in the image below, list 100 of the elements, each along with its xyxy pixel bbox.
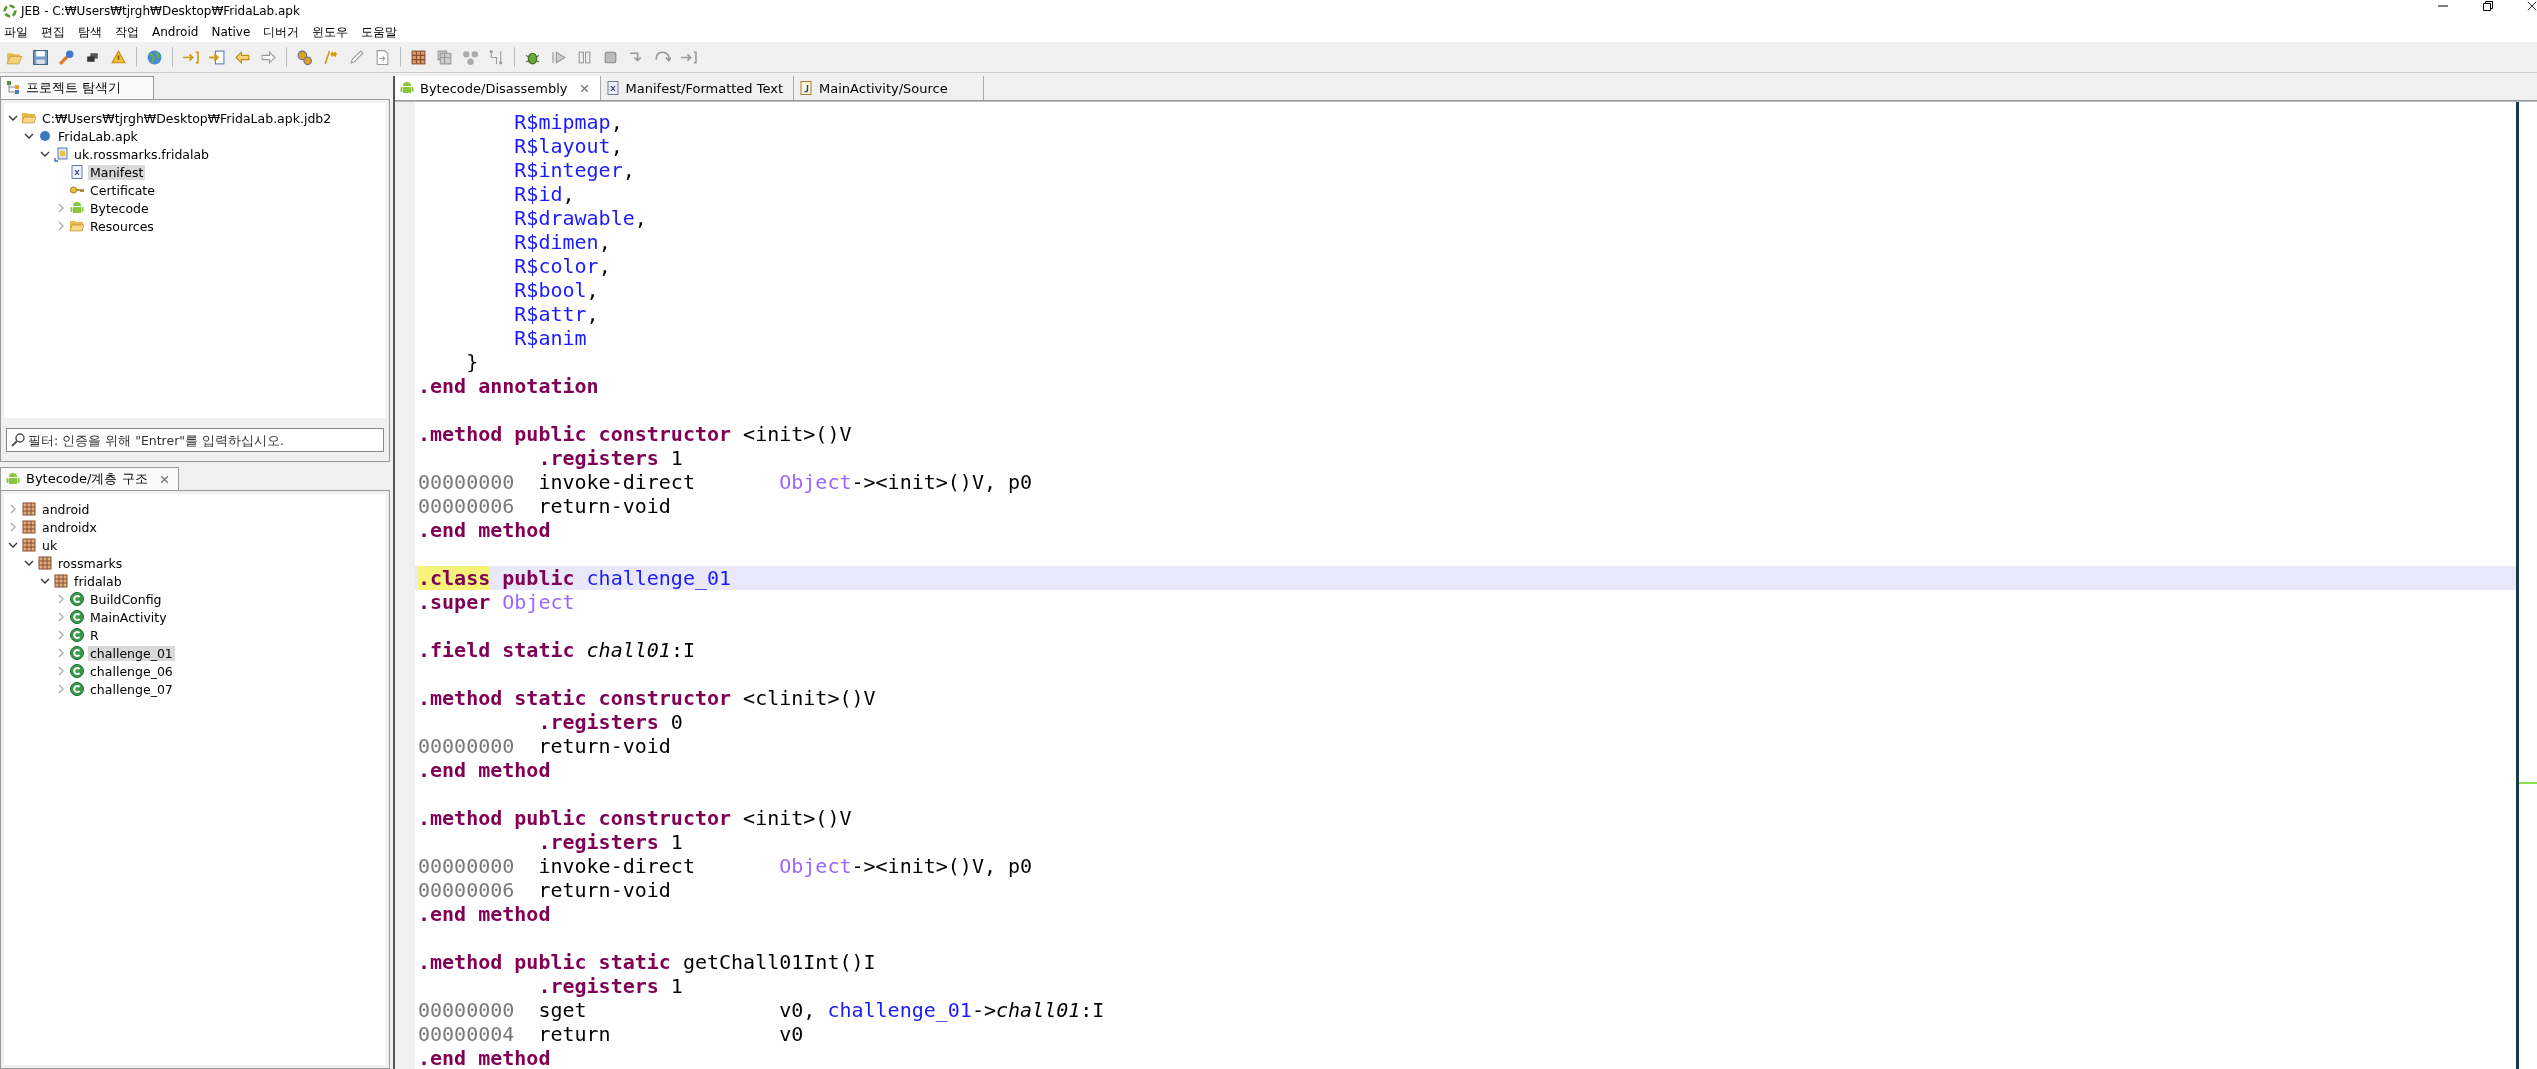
xml-file-icon <box>604 80 621 96</box>
class-icon <box>69 627 85 643</box>
chevron-right-icon[interactable] <box>56 221 66 231</box>
code-line: .method public constructor <init>()V <box>418 422 852 446</box>
menu-item[interactable]: 파일 <box>4 23 28 41</box>
chevron-right-icon[interactable] <box>56 648 66 658</box>
tree-item[interactable]: Certificate <box>88 182 157 198</box>
tree-item[interactable]: challenge_01 <box>88 645 175 661</box>
pencil-icon[interactable] <box>348 48 365 66</box>
code-line: R$attr, <box>513 302 599 326</box>
chevron-right-icon[interactable] <box>8 522 18 532</box>
class-icon <box>69 591 85 607</box>
document-arrow-icon[interactable] <box>374 48 391 66</box>
tree-item[interactable]: R <box>88 627 101 643</box>
code-line: .super Object <box>418 590 575 614</box>
chevron-down-icon[interactable] <box>40 576 50 586</box>
chevron-right-icon[interactable] <box>8 504 18 514</box>
step-return-icon[interactable] <box>680 48 697 66</box>
menu-item[interactable]: 작업 <box>115 23 139 41</box>
stacked-grid-icon[interactable] <box>436 48 453 66</box>
tree-item[interactable]: FridaLab.apk <box>56 128 140 144</box>
code-line: .registers 1 <box>537 974 683 998</box>
code-line: R$dimen, <box>513 230 611 254</box>
menu-item[interactable]: 편집 <box>41 23 65 41</box>
chevron-right-icon[interactable] <box>56 203 66 213</box>
tree-item[interactable]: fridalab <box>72 573 124 589</box>
window-title: JEB - C:₩Users₩tjrgh₩Desktop₩FridaLab.apk <box>21 4 300 18</box>
globe-icon[interactable] <box>146 48 163 66</box>
code-line: 00000000 invoke-direct Object-><init>()V, p0 <box>418 854 1033 878</box>
menu-item[interactable]: 도움말 <box>361 23 398 41</box>
chevron-down-icon[interactable] <box>24 558 34 568</box>
tree-item[interactable]: uk <box>40 537 60 553</box>
tree-item[interactable]: challenge_06 <box>88 663 175 679</box>
code-line: 00000000 return-void <box>418 734 671 758</box>
code-line: R$drawable, <box>513 206 647 230</box>
close-icon[interactable] <box>2527 0 2537 12</box>
tree-item[interactable]: C:₩Users₩tjrgh₩Desktop₩FridaLab.apk.jdb2 <box>40 110 334 126</box>
class-icon <box>69 609 85 625</box>
menu-item[interactable]: 디버거 <box>263 23 300 41</box>
tree-item[interactable]: rossmarks <box>56 555 125 571</box>
code-line: .method public constructor <init>()V <box>418 806 852 830</box>
code-line: 00000000 sget v0, challenge_01->chall01:I <box>418 998 1105 1022</box>
chevron-right-icon[interactable] <box>56 612 66 622</box>
code-line: .end method <box>418 758 551 782</box>
restore-icon[interactable] <box>2482 0 2494 12</box>
chevron-down-icon[interactable] <box>24 131 34 141</box>
jump-to-icon[interactable] <box>182 48 199 66</box>
android-icon <box>399 80 415 96</box>
chevron-down-icon[interactable] <box>40 149 50 159</box>
menu-item[interactable]: 탐색 <box>78 23 102 41</box>
navigate-icon[interactable] <box>208 48 225 66</box>
search-icon <box>10 432 26 448</box>
code-line: 00000006 return-void <box>418 878 671 902</box>
package-grid-icon <box>37 555 53 571</box>
tree-item[interactable]: challenge_07 <box>88 681 175 697</box>
chevron-right-icon[interactable] <box>56 666 66 676</box>
menu-item[interactable]: 윈도우 <box>312 23 349 41</box>
tree-item[interactable]: Bytecode <box>88 200 151 216</box>
filter-field[interactable]: 필터: 인증을 위해 "Entrer"를 입력하십시오. <box>6 428 384 452</box>
tree-item[interactable]: MainActivity <box>88 609 169 625</box>
code-line: .registers 1 <box>537 446 683 470</box>
chevron-right-icon[interactable] <box>56 594 66 604</box>
code-line: .method public static getChall01Int()I <box>418 950 876 974</box>
save-icon[interactable] <box>32 48 49 66</box>
tree-item[interactable]: uk.rossmarks.fridalab <box>72 146 212 162</box>
chevron-down-icon[interactable] <box>8 540 18 550</box>
chevron-right-icon[interactable] <box>56 684 66 694</box>
grid-icon[interactable] <box>410 48 427 66</box>
android-icon <box>69 200 85 216</box>
panel-tab[interactable]: 프로젝트 탐색기 <box>0 76 154 99</box>
tree-item[interactable]: Manifest <box>88 164 146 180</box>
code-line: R$bool, <box>513 278 599 302</box>
tree-item[interactable]: Resources <box>88 218 156 234</box>
arrow-right-icon[interactable] <box>260 48 277 66</box>
ruler-marker[interactable] <box>2519 782 2537 784</box>
package-grid-icon <box>21 537 37 553</box>
play-icon[interactable] <box>550 48 567 66</box>
app-logo-icon <box>3 4 17 18</box>
tree-item[interactable]: androidx <box>40 519 99 535</box>
panel-tab[interactable]: Bytecode/계층 구조 <box>0 467 179 490</box>
editor-tab[interactable]: MainActivity/Source <box>794 76 985 100</box>
tree-item[interactable]: android <box>40 501 92 517</box>
code-line: .class public challenge_01 <box>418 566 732 590</box>
chevron-right-icon[interactable] <box>56 630 66 640</box>
code-line: } <box>465 350 479 374</box>
tree-item[interactable]: BuildConfig <box>88 591 164 607</box>
editor-tab[interactable]: Bytecode/Disassembly <box>395 76 601 100</box>
xml-file-icon <box>69 164 85 180</box>
editor-tab[interactable]: Manifest/Formatted Text <box>600 76 795 100</box>
graph-icon[interactable] <box>488 48 505 66</box>
code-line: R$id, <box>513 182 575 206</box>
code-line: R$anim <box>513 326 587 350</box>
menu-item[interactable]: Android <box>152 25 199 39</box>
nodes-icon[interactable] <box>462 48 479 66</box>
comment-icon[interactable] <box>322 48 339 66</box>
warning-icon[interactable] <box>110 48 127 66</box>
arrow-left-icon[interactable] <box>234 48 251 66</box>
chevron-down-icon[interactable] <box>8 113 18 123</box>
menu-item[interactable]: Native <box>211 25 251 39</box>
tree-icon <box>5 80 21 96</box>
